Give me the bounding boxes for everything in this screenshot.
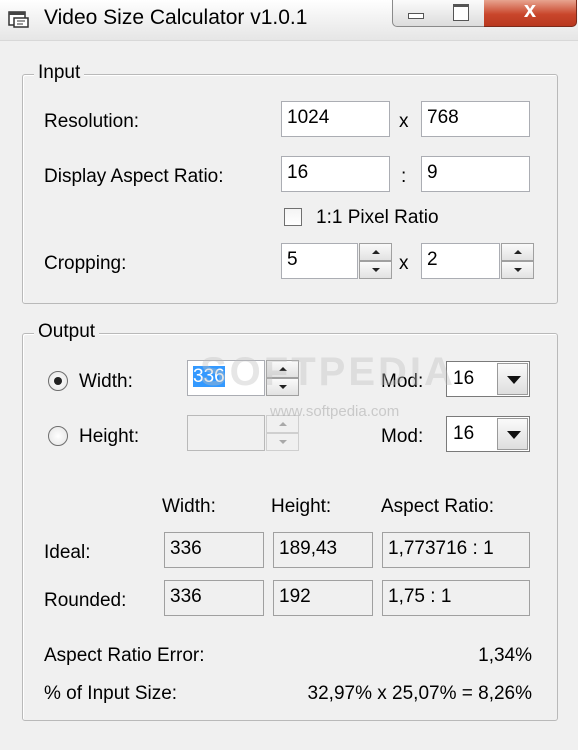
width-radio[interactable] <box>48 371 68 391</box>
rounded-aspect-value: 1,75 : 1 <box>382 580 530 616</box>
arrow-up-icon <box>279 422 287 426</box>
minimize-icon <box>408 13 424 19</box>
cropping-b-up-button[interactable] <box>501 243 534 261</box>
output-height-down-button <box>266 433 299 451</box>
arrow-down-icon <box>372 268 380 272</box>
rounded-height-value: 192 <box>273 580 373 616</box>
arrow-down-icon <box>514 268 522 272</box>
cropping-b-down-button[interactable] <box>501 261 534 279</box>
col-width-header: Width: <box>162 496 216 517</box>
input-size-label: % of Input Size: <box>44 683 178 704</box>
aspect-height-input[interactable]: 9 <box>421 156 530 192</box>
arrow-down-icon <box>279 440 287 444</box>
video-window-icon <box>8 11 29 28</box>
chevron-down-icon[interactable] <box>497 363 528 395</box>
width-radio-label[interactable]: Width: <box>79 371 133 393</box>
aspect-error-value: 1,34% <box>478 645 532 666</box>
height-mod-value: 16 <box>453 423 475 444</box>
output-group-label: Output <box>34 321 100 343</box>
pixel-ratio-label[interactable]: 1:1 Pixel Ratio <box>316 207 439 229</box>
resolution-separator: x <box>399 111 409 132</box>
height-mod-label: Mod: <box>381 426 424 447</box>
cropping-separator: x <box>399 253 409 274</box>
ideal-width-value: 336 <box>164 532 264 568</box>
ideal-label: Ideal: <box>44 542 91 563</box>
col-height-header: Height: <box>271 496 332 517</box>
close-button[interactable]: x <box>484 0 577 27</box>
chevron-down-icon[interactable] <box>497 418 528 450</box>
ideal-aspect-value: 1,773716 : 1 <box>382 532 530 568</box>
radio-selected-dot <box>54 377 62 385</box>
aspect-ratio-label: Display Aspect Ratio: <box>44 166 224 187</box>
width-mod-select[interactable]: 16 <box>446 361 530 397</box>
maximize-button[interactable] <box>438 0 485 27</box>
maximize-icon <box>453 4 469 21</box>
input-group-label: Input <box>34 62 85 84</box>
watermark-logo: SOFTPEDIA <box>200 350 456 394</box>
cropping-a-input[interactable]: 5 <box>281 243 358 279</box>
height-radio[interactable] <box>48 426 68 446</box>
input-size-value: 32,97% x 25,07% = 8,26% <box>307 683 532 704</box>
output-height-input <box>187 415 265 451</box>
height-radio-label[interactable]: Height: <box>79 426 139 448</box>
cropping-b-spinner[interactable] <box>501 243 534 279</box>
pixel-ratio-checkbox[interactable] <box>284 208 302 226</box>
watermark-url: www.softpedia.com <box>270 403 400 420</box>
cropping-label: Cropping: <box>44 253 127 274</box>
rounded-label: Rounded: <box>44 590 127 611</box>
cropping-a-down-button[interactable] <box>359 261 392 279</box>
aspect-error-label: Aspect Ratio Error: <box>44 645 205 666</box>
arrow-up-icon <box>514 250 522 254</box>
minimize-button[interactable] <box>392 0 440 27</box>
height-mod-select[interactable]: 16 <box>446 416 530 452</box>
arrow-up-icon <box>372 250 380 254</box>
close-icon: x <box>523 0 537 22</box>
rounded-width-value: 336 <box>164 580 264 616</box>
ideal-height-value: 189,43 <box>273 532 373 568</box>
resolution-height-input[interactable]: 768 <box>421 101 530 137</box>
resolution-width-input[interactable]: 1024 <box>281 101 390 137</box>
window-title: Video Size Calculator v1.0.1 <box>44 6 308 29</box>
resolution-label: Resolution: <box>44 111 140 132</box>
cropping-a-up-button[interactable] <box>359 243 392 261</box>
output-height-spinner <box>266 415 299 451</box>
cropping-a-spinner[interactable] <box>359 243 392 279</box>
cropping-b-input[interactable]: 2 <box>421 243 500 279</box>
aspect-width-input[interactable]: 16 <box>281 156 390 192</box>
width-mod-value: 16 <box>453 368 475 389</box>
col-aspect-header: Aspect Ratio: <box>381 496 494 517</box>
title-bar[interactable]: Video Size Calculator v1.0.1 x <box>0 0 578 41</box>
aspect-separator: : <box>401 166 407 187</box>
